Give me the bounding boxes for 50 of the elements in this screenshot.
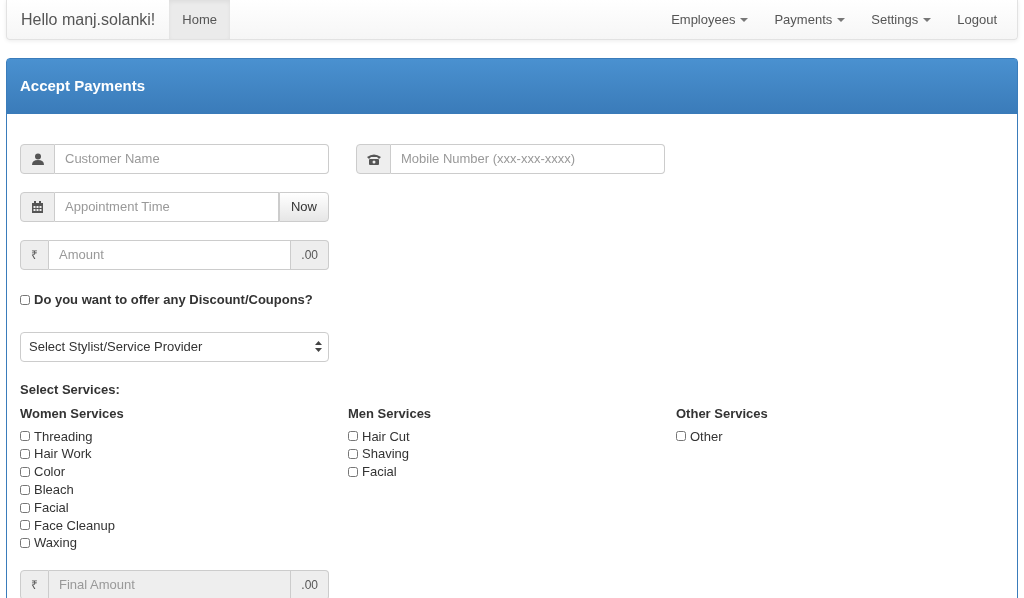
checkbox[interactable] <box>20 294 30 305</box>
checkbox-label: Hair Work <box>34 445 92 464</box>
checkbox-label: Hair Cut <box>362 427 410 446</box>
checkbox-label: Face Cleanup <box>34 516 115 535</box>
checkbox-label: Other <box>690 427 723 446</box>
brand-text: Hello manj.solanki! <box>20 9 157 30</box>
person-icon <box>31 153 44 165</box>
group-title: Women Services <box>20 405 125 423</box>
group-title: Other Services <box>676 405 769 423</box>
checkbox-label: Shaving <box>362 445 409 464</box>
checkbox[interactable] <box>20 520 30 531</box>
checkbox[interactable] <box>348 449 358 460</box>
select-arrows-icon <box>315 341 322 352</box>
stylist-select[interactable]: Select Stylist/Service Provider <box>20 331 329 362</box>
nav-link[interactable]: Logout <box>944 0 1017 39</box>
checkbox[interactable] <box>20 538 30 549</box>
nav-link[interactable]: Home <box>169 0 230 39</box>
input-field[interactable]: Appointment Time <box>55 192 279 222</box>
panel-header: Accept Payments <box>7 59 1017 114</box>
checkbox[interactable] <box>348 467 358 477</box>
input-field[interactable]: Amount <box>49 240 292 270</box>
currency-addon: ₹ <box>20 570 49 598</box>
now-button[interactable]: Now <box>279 192 329 222</box>
select-value: Select Stylist/Service Provider <box>29 337 203 356</box>
checkbox[interactable] <box>20 449 30 460</box>
checkbox-label: Color <box>34 463 66 482</box>
checkbox[interactable] <box>676 431 686 442</box>
checkbox[interactable] <box>20 484 30 495</box>
group-title: Men Services <box>348 405 433 423</box>
checkbox-label: Facial <box>362 463 397 482</box>
checkbox[interactable] <box>20 502 30 513</box>
checkbox-label: Do you want to offer any Discount/Coupons? <box>34 291 313 309</box>
checkbox-label: Facial <box>34 498 69 517</box>
section-title: Select Services: <box>20 380 121 399</box>
checkbox[interactable] <box>20 431 30 442</box>
phone-icon <box>366 153 381 165</box>
checkbox[interactable] <box>20 467 30 477</box>
nav-link[interactable]: Settings <box>858 0 945 39</box>
nav-link[interactable]: Employees <box>658 0 762 39</box>
decimal-addon: .00 <box>291 570 329 598</box>
checkbox-label: Threading <box>34 427 93 446</box>
decimal-addon: .00 <box>291 240 329 270</box>
nav-link[interactable]: Payments <box>761 0 859 39</box>
checkbox[interactable] <box>348 431 358 442</box>
input-field[interactable]: Mobile Number (xxx-xxx-xxxx) <box>391 144 665 174</box>
input-field[interactable]: Customer Name <box>55 144 329 174</box>
checkbox-label: Waxing <box>34 534 77 553</box>
checkbox-label: Bleach <box>34 481 74 500</box>
calendar-icon <box>32 201 43 213</box>
currency-addon: ₹ <box>20 240 49 270</box>
